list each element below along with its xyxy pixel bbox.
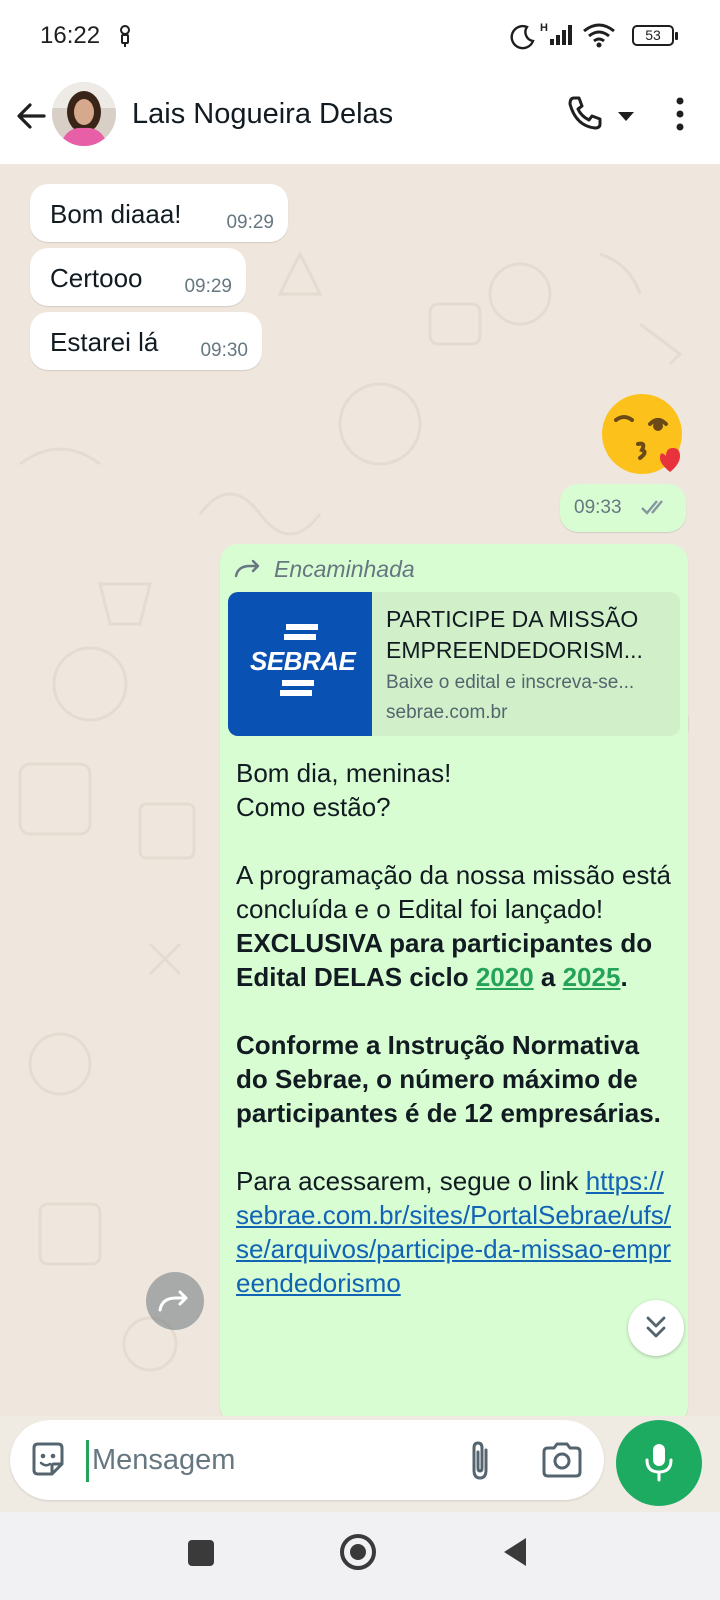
contact-name[interactable]: Lais Nogueira Delas <box>132 98 393 131</box>
message-text: Estarei lá <box>50 327 159 357</box>
cellular-signal-icon: H <box>540 22 572 45</box>
battery-indicator: 53 <box>632 25 678 46</box>
recent-apps-square-icon[interactable] <box>188 1540 214 1566</box>
bold-paragraph: Conforme a Instrução Normativa do Sebrae… <box>236 1030 661 1128</box>
double-chevron-down-icon <box>646 1316 666 1338</box>
chat-header: Lais Nogueira Delas <box>0 72 720 164</box>
status-time: 16:22 <box>40 22 101 49</box>
link-preview-description: Baixe o edital e inscreva-se... <box>386 672 635 693</box>
message-time: 09:29 <box>226 212 274 233</box>
chat-area[interactable]: Bom diaaa! 09:29 Certooo 09:29 Estarei l… <box>0 164 720 1416</box>
message-input[interactable] <box>92 1434 442 1486</box>
message-time: 09:30 <box>200 340 248 361</box>
recorder-icon <box>120 25 130 47</box>
outgoing-message[interactable]: 09:33 <box>560 484 686 532</box>
more-options-icon[interactable] <box>660 90 700 138</box>
bold-text: . <box>620 962 628 992</box>
back-triangle-icon[interactable] <box>500 1534 530 1570</box>
year-link[interactable]: 2020 <box>476 962 534 992</box>
camera-icon[interactable] <box>540 1440 584 1480</box>
avatar[interactable] <box>52 82 116 146</box>
voice-call-icon[interactable] <box>560 90 608 138</box>
wifi-icon <box>583 23 615 48</box>
message-paragraph: A programação da nossa missão está concl… <box>236 860 672 924</box>
forwarded-label: Encaminhada <box>274 556 415 582</box>
incoming-message[interactable]: Certooo 09:29 <box>30 248 246 306</box>
year-link[interactable]: 2025 <box>563 962 621 992</box>
microphone-icon <box>645 1444 673 1482</box>
system-navigation-bar <box>0 1512 720 1600</box>
link-preview-title: PARTICIPE DA MISSÃO EMPREENDEDORISM... <box>386 606 643 663</box>
read-receipt-double-check-icon <box>641 500 663 515</box>
message-body: Bom dia, meninas! Como estão? A programa… <box>236 756 676 1334</box>
forwarded-message[interactable]: Encaminhada SEBRAE PARTICIPE DA MISSÃO E… <box>220 544 688 1416</box>
status-bar: 16:22 H 53 <box>0 0 720 72</box>
forwarded-arrow-icon <box>234 559 260 578</box>
text-cursor <box>86 1440 89 1482</box>
attach-paperclip-icon[interactable] <box>460 1438 500 1482</box>
svg-text:H: H <box>540 22 548 34</box>
link-preview-domain: sebrae.com.br <box>386 702 508 723</box>
forward-share-button[interactable] <box>146 1272 204 1330</box>
greeting-line: Como estão? <box>236 792 391 822</box>
do-not-disturb-moon-icon <box>510 24 535 50</box>
message-text: Bom diaaa! <box>50 199 182 229</box>
scroll-to-bottom-button[interactable] <box>628 1300 684 1356</box>
sticker-emoji-icon[interactable] <box>28 1440 68 1480</box>
bold-text: a <box>533 962 563 992</box>
kiss-heart-emoji-icon[interactable] <box>600 390 690 480</box>
voice-message-button[interactable] <box>616 1420 702 1506</box>
link-preview-thumbnail: SEBRAE <box>228 592 372 736</box>
message-time: 09:29 <box>184 276 232 297</box>
greeting-line: Bom dia, meninas! <box>236 758 452 788</box>
link-preview-card[interactable]: SEBRAE PARTICIPE DA MISSÃO EMPREENDEDORI… <box>228 592 680 736</box>
call-options-chevron-down-icon[interactable] <box>612 102 640 130</box>
message-text: Certooo <box>50 263 143 293</box>
message-paragraph: Para acessarem, segue o link <box>236 1166 586 1196</box>
incoming-message[interactable]: Bom diaaa! 09:29 <box>30 184 288 242</box>
message-time: 09:33 <box>574 497 622 518</box>
incoming-message[interactable]: Estarei lá 09:30 <box>30 312 262 370</box>
home-circle-icon[interactable] <box>338 1532 378 1572</box>
forward-arrow-icon <box>158 1290 188 1312</box>
sebrae-logo-text: SEBRAE <box>250 646 356 676</box>
message-composer <box>10 1420 604 1500</box>
back-arrow-icon[interactable] <box>8 92 56 140</box>
